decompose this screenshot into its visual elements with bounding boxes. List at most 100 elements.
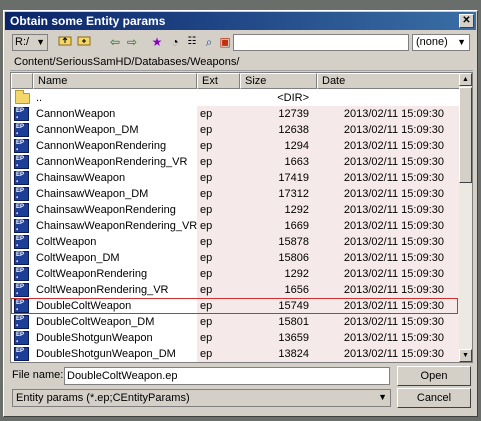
file-name: ColtWeapon_DM (36, 252, 120, 264)
folder-new-icon[interactable] (76, 34, 92, 50)
drive-select[interactable]: R:/ ▼ (12, 34, 48, 51)
ep-file-icon: EP ▪ (14, 123, 29, 137)
file-name: ChainsawWeapon (36, 172, 126, 184)
forward-arrow-icon[interactable]: ⇨ (124, 34, 140, 50)
file-size: 17419 (278, 172, 309, 184)
file-name: ChainsawWeapon_DM (36, 188, 149, 200)
file-date: 2013/02/11 15:09:30 (343, 236, 444, 248)
file-row[interactable]: EP ▪ CannonWeaponRendering ep 1294 2013/02/11… (11, 138, 460, 154)
file-size: 17312 (278, 188, 309, 200)
filter-value: (none) (416, 36, 448, 48)
file-name: CannonWeaponRendering_VR (36, 156, 188, 168)
file-size: 15878 (278, 236, 309, 248)
column-header-icon[interactable] (11, 73, 33, 89)
column-header-name[interactable]: Name (33, 73, 197, 89)
current-path: Content/SeriousSamHD/Databases/Weapons/ (10, 55, 473, 71)
file-row[interactable]: EP ▪ CannonWeapon_DM ep 12638 2013/02/11 15:0… (11, 122, 460, 138)
row-icon-cell: EP ▪ (11, 330, 33, 346)
close-button[interactable]: ✕ (459, 14, 474, 28)
bookmark-icon[interactable]: ▣ (217, 34, 233, 50)
file-ext: ep (200, 204, 213, 216)
column-header-date[interactable]: Date (317, 73, 460, 89)
file-row[interactable]: EP ▪ ColtWeaponRendering_VR ep 1656 2013/02/1… (11, 282, 460, 298)
chevron-down-icon: ▼ (36, 37, 45, 47)
file-row[interactable]: EP ▪ CannonWeaponRendering_VR ep 1663 2013/02… (11, 154, 460, 170)
file-row[interactable]: EP ▪ DoubleColtWeapon ep 15749 2013/02/11 15:… (11, 298, 460, 314)
chevron-down-icon: ▼ (457, 37, 466, 47)
scroll-up-button[interactable]: ▲ (459, 73, 472, 86)
file-ext: ep (200, 172, 213, 184)
file-name: CannonWeaponRendering (36, 140, 167, 152)
ep-file-icon: EP ▪ (14, 235, 29, 249)
row-icon-cell: EP ▪ (11, 282, 33, 298)
row-icon-cell: EP ▪ (11, 202, 33, 218)
row-icon-cell (11, 90, 33, 106)
file-list[interactable]: Name Ext Size Date .. <DIR> EP ▪ CannonWeapo… (10, 72, 473, 363)
file-name: CannonWeapon_DM (36, 124, 139, 136)
file-name: DoubleShotgunWeapon_DM (36, 348, 176, 360)
column-header-size[interactable]: Size (240, 73, 317, 89)
row-icon-cell: EP ▪ (11, 234, 33, 250)
file-row[interactable]: EP ▪ ColtWeapon ep 15878 2013/02/11 15:09:30 (11, 234, 460, 250)
row-icon-cell: EP ▪ (11, 314, 33, 330)
file-ext: ep (200, 108, 213, 120)
row-icon-cell: EP ▪ (11, 266, 33, 282)
filter-select[interactable]: (none) ▼ (412, 34, 470, 51)
open-button[interactable]: Open (397, 366, 471, 386)
file-row[interactable]: EP ▪ ChainsawWeapon_DM ep 17312 2013/02/11 15… (11, 186, 460, 202)
file-row[interactable]: EP ▪ ChainsawWeaponRendering_VR ep 1669 2013/… (11, 218, 460, 234)
scroll-down-button[interactable]: ▼ (459, 349, 472, 362)
file-size: 12638 (278, 124, 309, 136)
file-row[interactable]: EP ▪ ChainsawWeaponRendering ep 1292 2013/02/… (11, 202, 460, 218)
search-icon[interactable]: ⌕ (201, 34, 217, 50)
title-bar[interactable]: Obtain some Entity params ✕ (5, 12, 476, 30)
file-size: 1294 (284, 140, 309, 152)
cancel-button[interactable]: Cancel (397, 388, 471, 408)
ep-file-icon: EP ▪ (14, 171, 29, 185)
ep-file-icon: EP ▪ (14, 203, 29, 217)
selection-outline (11, 298, 458, 314)
file-date (316, 90, 460, 106)
file-row[interactable]: EP ▪ ColtWeapon_DM ep 15806 2013/02/11 15:09:… (11, 250, 460, 266)
row-icon-cell: EP ▪ (11, 106, 33, 122)
drive-value: R:/ (15, 36, 30, 48)
file-name-label: File name: (12, 369, 64, 381)
file-type-select[interactable]: Entity params (*.ep;CEntityParams) ▼ (12, 389, 391, 407)
ep-file-icon: EP ▪ (14, 283, 29, 297)
back-arrow-icon[interactable]: ⇦ (107, 34, 123, 50)
arrow-down-icon: ▼ (462, 352, 469, 359)
file-row[interactable]: EP ▪ DoubleColtWeapon_DM ep 15801 2013/02/11 … (11, 314, 460, 330)
file-row[interactable]: EP ▪ ColtWeaponRendering ep 1292 2013/02/11 1… (11, 266, 460, 282)
scroll-thumb[interactable] (459, 87, 472, 183)
file-size: 1292 (284, 204, 309, 216)
file-row[interactable]: EP ▪ DoubleShotgunWeapon_DM ep 13824 2013/02/… (11, 346, 460, 362)
file-ext: ep (200, 188, 213, 200)
file-row[interactable]: EP ▪ CannonWeapon ep 12739 2013/02/11 15:09:3… (11, 106, 460, 122)
file-size: <DIR> (277, 92, 309, 104)
file-size: 12739 (278, 108, 309, 120)
file-date: 2013/02/11 15:09:30 (343, 252, 444, 264)
star-icon[interactable]: ★ (149, 34, 165, 50)
file-ext: ep (200, 316, 213, 328)
file-size: 1292 (284, 268, 309, 280)
file-size: 15806 (278, 252, 309, 264)
file-row[interactable]: EP ▪ DoubleShotgunWeapon ep 13659 2013/02/11 … (11, 330, 460, 346)
file-row[interactable]: EP ▪ ChainsawWeapon ep 17419 2013/02/11 15:09… (11, 170, 460, 186)
file-name: ChainsawWeaponRendering_VR (36, 220, 197, 232)
path-input[interactable] (233, 34, 409, 51)
folder-up-icon[interactable] (57, 34, 73, 50)
list-view-icon[interactable]: ☷ (184, 34, 200, 50)
row-icon-cell: EP ▪ (11, 138, 33, 154)
folder-icon (15, 90, 30, 104)
clock-icon[interactable]: ◔ (167, 34, 183, 50)
vertical-scrollbar[interactable]: ▲ ▼ (459, 73, 472, 362)
file-name: .. (36, 92, 43, 104)
arrow-up-icon: ▲ (462, 76, 469, 83)
row-icon-cell: EP ▪ (11, 154, 33, 170)
column-header-ext[interactable]: Ext (197, 73, 240, 89)
parent-dir-row[interactable]: .. <DIR> (11, 90, 460, 106)
file-name-input[interactable]: DoubleColtWeapon.ep (64, 367, 390, 385)
file-ext: ep (200, 140, 213, 152)
file-ext: ep (200, 124, 213, 136)
file-size: 13824 (278, 348, 309, 360)
